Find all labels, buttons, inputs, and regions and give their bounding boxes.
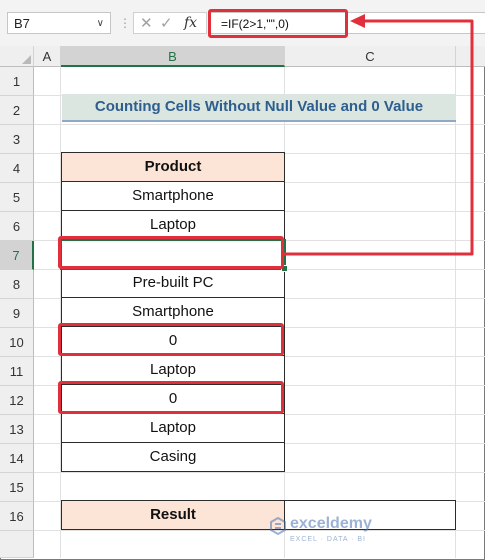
insert-function-icon[interactable]: fx [184, 15, 197, 31]
row-header-7[interactable]: 7 [0, 241, 34, 270]
sheet-title[interactable]: Counting Cells Without Null Value and 0 … [62, 94, 456, 122]
column-header-c[interactable]: C [285, 46, 456, 67]
row-header-13[interactable]: 13 [0, 415, 34, 444]
formula-highlight [208, 9, 348, 38]
product-cell-b14[interactable]: Casing [61, 442, 285, 472]
column-header-a[interactable]: A [34, 46, 61, 67]
product-cell-b8[interactable]: Pre-built PC [61, 268, 285, 298]
watermark-brand: exceldemy [290, 515, 372, 532]
column-header-b[interactable]: B [61, 46, 285, 67]
column-header-next[interactable] [456, 46, 485, 67]
row-header-4[interactable]: 4 [0, 154, 34, 183]
row-header-2[interactable]: 2 [0, 96, 34, 125]
more-icon: ⋮ [119, 16, 132, 30]
row-header-16[interactable]: 16 [0, 502, 34, 531]
row-header-10[interactable]: 10 [0, 328, 34, 357]
zero-cell-highlight-b12 [58, 381, 284, 414]
formula-buttons: ✕ ✓ fx [133, 12, 207, 34]
chevron-down-icon[interactable]: ∨ [97, 13, 104, 35]
row-header-6[interactable]: 6 [0, 212, 34, 241]
watermark: exceldemy EXCEL · DATA · BI [268, 512, 372, 548]
name-box-value: B7 [14, 16, 30, 31]
gridline [34, 530, 485, 531]
product-cell-b5[interactable]: Smartphone [61, 181, 285, 211]
product-header-cell[interactable]: Product [61, 152, 285, 182]
select-all-icon [22, 55, 31, 64]
watermark-tagline: EXCEL · DATA · BI [290, 536, 366, 543]
gridline [34, 124, 485, 125]
row-header-12[interactable]: 12 [0, 386, 34, 415]
row-header-11[interactable]: 11 [0, 357, 34, 386]
exceldemy-logo-icon [270, 516, 286, 536]
zero-cell-highlight-b10 [58, 323, 284, 356]
row-header-9[interactable]: 9 [0, 299, 34, 328]
row-header-14[interactable]: 14 [0, 444, 34, 473]
row-header-15[interactable]: 15 [0, 473, 34, 502]
gridline [34, 472, 485, 473]
blank-cell-highlight [58, 236, 284, 269]
name-box[interactable]: B7 ∨ [7, 12, 111, 34]
select-all-button[interactable] [0, 46, 34, 67]
row-header-17[interactable] [0, 531, 34, 558]
row-header-3[interactable]: 3 [0, 125, 34, 154]
product-cell-b13[interactable]: Laptop [61, 413, 285, 443]
result-label-cell[interactable]: Result [61, 500, 285, 530]
cancel-icon[interactable]: ✕ [140, 14, 153, 32]
row-header-1[interactable]: 1 [0, 67, 34, 96]
row-header-5[interactable]: 5 [0, 183, 34, 212]
row-header-8[interactable]: 8 [0, 270, 34, 299]
enter-icon[interactable]: ✓ [160, 14, 173, 32]
gridline [455, 67, 456, 558]
